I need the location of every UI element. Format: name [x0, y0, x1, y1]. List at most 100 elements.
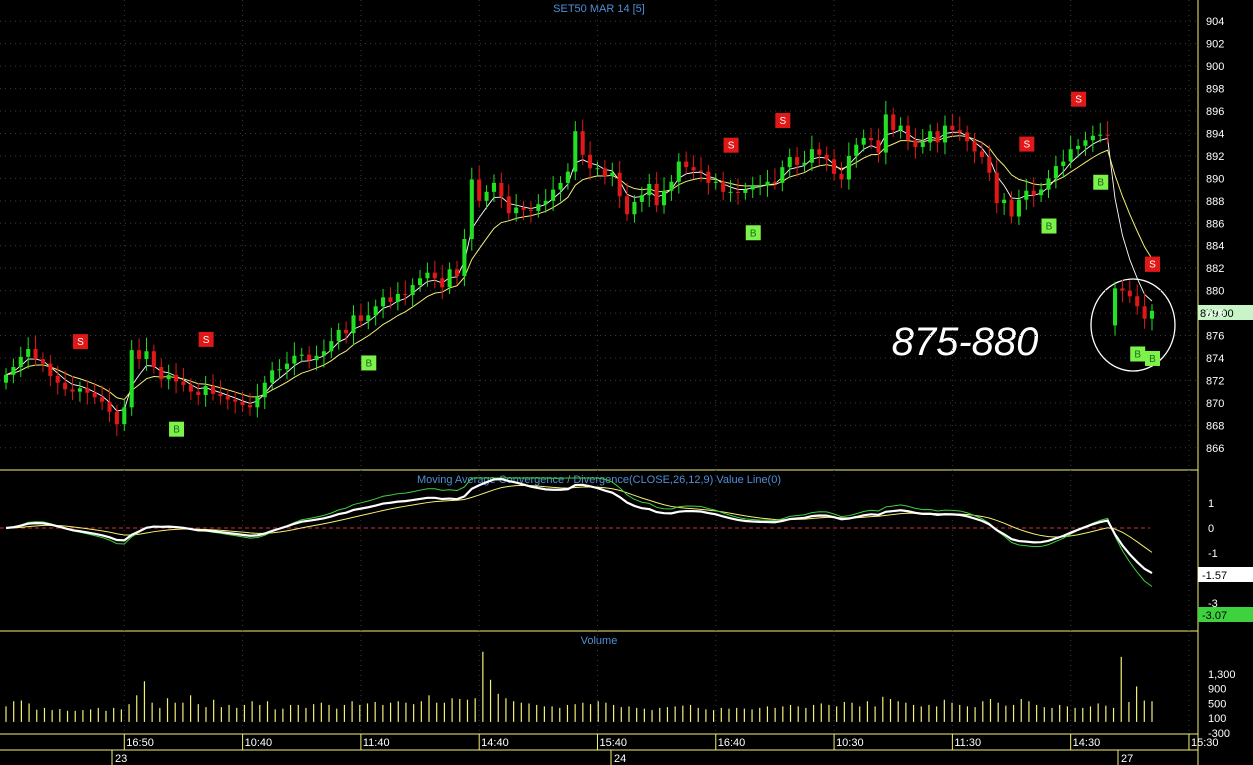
candle-body [869, 137, 874, 141]
candle-body [1076, 145, 1081, 150]
candle-body [447, 269, 452, 288]
candle-body [580, 131, 585, 155]
candle-body [114, 411, 119, 425]
candle-body [3, 374, 9, 383]
time-axis-label: 10:40 [245, 737, 273, 749]
candle-body [107, 401, 112, 412]
candle-body [284, 363, 289, 370]
candle-body [1090, 135, 1095, 141]
candle-body [957, 130, 962, 133]
price-tick-label: 904 [1206, 16, 1224, 28]
time-axis-label: 15:40 [599, 737, 627, 749]
candle-body [358, 315, 363, 321]
candle-body [40, 359, 46, 364]
candle-body [898, 125, 903, 131]
candle-body [595, 168, 600, 170]
candle-body [750, 185, 755, 190]
candle-body [780, 167, 785, 183]
time-axis-label: 14:30 [1073, 737, 1101, 749]
candle-body [144, 351, 149, 360]
candle-body [26, 348, 31, 357]
candle-body [1046, 178, 1051, 190]
day-axis-label: 23 [115, 753, 127, 765]
signal-marker-label: S [1149, 260, 1156, 271]
candle-body [721, 181, 726, 192]
candle-body [1105, 134, 1110, 136]
candle-body [410, 285, 415, 296]
time-axis-label: 10:30 [836, 737, 864, 749]
macd-tick-label: -1 [1208, 548, 1218, 560]
candle-body [1009, 199, 1014, 217]
candle-body [543, 200, 548, 205]
candle-body [824, 154, 829, 160]
candle-body [691, 167, 696, 171]
candle-body [336, 329, 341, 342]
signal-marker-label: B [1134, 349, 1141, 360]
price-tick-label: 888 [1206, 196, 1224, 208]
price-tick-label: 876 [1206, 331, 1224, 343]
signal-marker-label: B [750, 228, 757, 239]
price-tick-label: 886 [1206, 218, 1224, 230]
candle-body [765, 181, 770, 186]
candle-body [440, 278, 445, 288]
day-axis-label: 24 [614, 753, 626, 765]
candle-body [499, 182, 504, 197]
candle-body [942, 125, 948, 143]
candle-body [166, 374, 171, 380]
candle-body [321, 351, 326, 356]
candle-body [758, 185, 763, 187]
candle-body [262, 382, 267, 398]
candle-body [528, 209, 533, 211]
candle-body [1016, 199, 1021, 217]
candle-body [1135, 296, 1140, 307]
candle-body [861, 137, 866, 145]
price-tick-label: 900 [1206, 61, 1224, 73]
candle-body [425, 272, 430, 279]
candle-body [521, 207, 526, 210]
candle-body [551, 189, 556, 201]
candle-body [462, 238, 467, 277]
candle-body [920, 142, 925, 147]
candle-body [669, 181, 674, 191]
candle-body [839, 173, 844, 180]
candle-body [70, 389, 75, 392]
candle-body [129, 350, 134, 408]
candle-body [654, 183, 659, 206]
candle-body [203, 386, 208, 396]
candle-body [706, 171, 711, 183]
price-tick-label: 902 [1206, 39, 1224, 51]
signal-value-label: -3.07 [1202, 610, 1227, 622]
candle-body [210, 386, 216, 394]
macd-tick-label: -3 [1208, 598, 1218, 610]
candle-body [735, 191, 740, 193]
volume-tick-label: 900 [1208, 684, 1226, 696]
candle-body [802, 162, 807, 165]
time-axis-label: 14:40 [481, 737, 509, 749]
candle-body [240, 401, 245, 406]
candle-body [787, 157, 792, 168]
candle-body [979, 151, 984, 158]
candle-body [1061, 161, 1066, 167]
price-tick-label: 884 [1206, 241, 1224, 253]
candle-body [506, 196, 511, 214]
candle-body [588, 154, 593, 169]
candle-body [846, 155, 851, 180]
candle-body [122, 407, 127, 425]
price-ma-fast-line [5, 129, 1153, 412]
volume-tick-label: 1,300 [1208, 669, 1236, 681]
candle-body [698, 170, 704, 172]
candle-body [558, 182, 563, 190]
candle-body [270, 370, 275, 383]
price-tick-label: 894 [1206, 128, 1224, 140]
candle-body [565, 171, 570, 183]
candle-body [314, 355, 319, 361]
candle-body [972, 141, 977, 152]
candle-body [454, 269, 460, 277]
candle-body [1002, 199, 1007, 204]
candle-body [277, 369, 282, 371]
candle-body [432, 272, 437, 279]
time-axis-label: 15:30 [1191, 737, 1219, 749]
candle-body [344, 329, 349, 334]
macd-chart-title: Moving Average Convergence / Divergence(… [417, 474, 781, 486]
price-tick-label: 878 [1206, 308, 1224, 320]
